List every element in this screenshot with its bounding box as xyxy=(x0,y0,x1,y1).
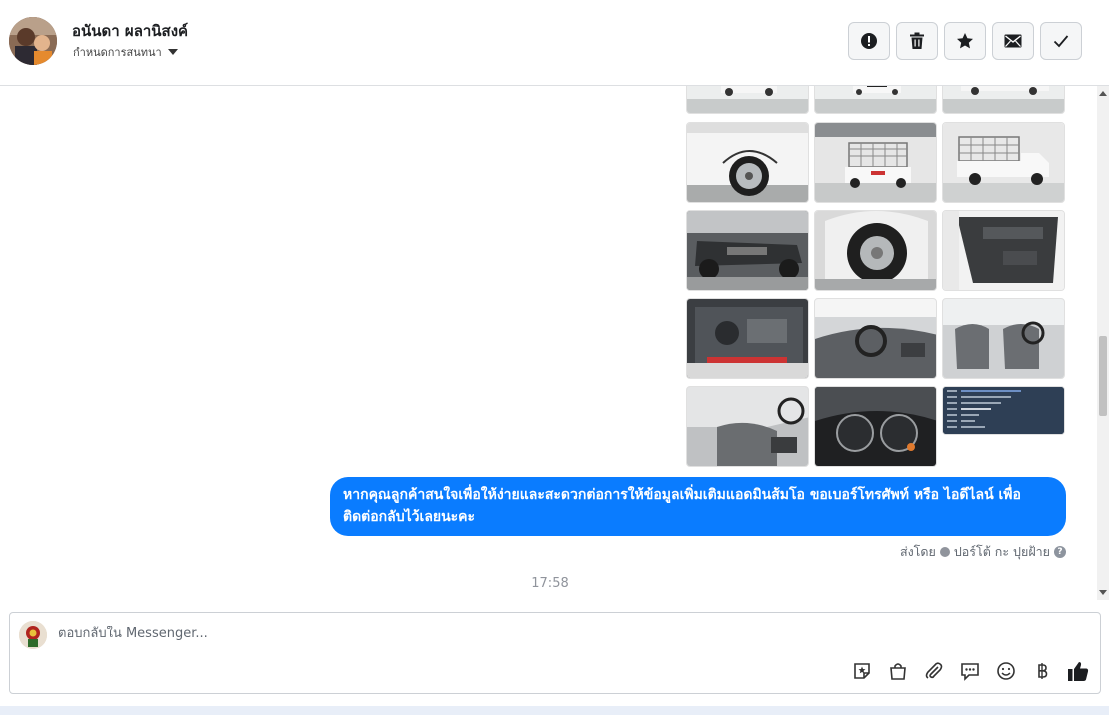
assign-label: กำหนดการสนทนา xyxy=(73,46,162,59)
conversation-header: อนันดา ผลานิสงค์ กำหนดการสนทนา xyxy=(0,0,1109,86)
vehicle-photo[interactable] xyxy=(942,298,1065,379)
sent-by-line: ส่งโดย ปอร์โต้ กะ ปุยฝ้าย ? xyxy=(900,542,1066,562)
thumbs-up-icon[interactable] xyxy=(1067,660,1089,682)
reply-composer xyxy=(9,612,1101,694)
vehicle-photo[interactable] xyxy=(686,86,809,114)
assign-conversation-dropdown[interactable]: กำหนดการสนทนา xyxy=(73,43,178,61)
scroll-thumb[interactable] xyxy=(1099,336,1107,416)
scroll-up-icon[interactable] xyxy=(1099,91,1107,96)
shopping-bag-icon[interactable] xyxy=(887,660,909,682)
vehicle-photo[interactable] xyxy=(814,210,937,291)
help-icon[interactable]: ? xyxy=(1054,546,1066,558)
vehicle-photo[interactable] xyxy=(942,210,1065,291)
sent-by-label: ส่งโดย xyxy=(899,544,936,559)
scroll-down-icon[interactable] xyxy=(1099,590,1107,595)
mark-spam-button[interactable] xyxy=(848,22,890,60)
trash-icon xyxy=(910,32,924,49)
check-circle-icon xyxy=(939,547,950,557)
vehicle-photo[interactable] xyxy=(942,86,1065,114)
checkmark-icon xyxy=(1053,35,1069,48)
paperclip-icon[interactable] xyxy=(923,660,945,682)
envelope-icon xyxy=(1004,34,1022,48)
vehicle-photo[interactable] xyxy=(814,86,937,114)
thread-scrollbar[interactable] xyxy=(1097,86,1109,600)
mark-done-button[interactable] xyxy=(1040,22,1082,60)
reply-input[interactable] xyxy=(58,626,958,641)
star-button[interactable] xyxy=(944,22,986,60)
vehicle-photo[interactable] xyxy=(814,298,937,379)
message-thread[interactable]: หากคุณลูกค้าสนใจเพื่อให้ง่ายและสะดวกต่อก… xyxy=(0,86,1097,600)
contact-name[interactable]: อนันดา ผลานิสงค์ xyxy=(72,19,188,43)
baht-payment-icon[interactable] xyxy=(1031,660,1053,682)
star-icon xyxy=(957,33,973,49)
message-bubble[interactable]: หากคุณลูกค้าสนใจเพื่อให้ง่ายและสะดวกต่อก… xyxy=(330,477,1066,536)
vehicle-spec-sheet-photo[interactable] xyxy=(942,386,1065,435)
page-avatar xyxy=(19,621,47,649)
exclamation-circle-icon xyxy=(861,33,877,49)
mark-unread-button[interactable] xyxy=(992,22,1034,60)
vehicle-photo[interactable] xyxy=(814,386,937,467)
saved-reply-icon[interactable] xyxy=(959,660,981,682)
emoji-icon[interactable] xyxy=(995,660,1017,682)
vehicle-photo[interactable] xyxy=(686,298,809,379)
vehicle-photo[interactable] xyxy=(686,386,809,467)
sender-name[interactable]: ปอร์โต้ กะ ปุยฝ้าย xyxy=(954,542,1050,562)
sticker-icon[interactable] xyxy=(851,660,873,682)
delete-button[interactable] xyxy=(896,22,938,60)
vehicle-photo[interactable] xyxy=(686,210,809,291)
contact-avatar[interactable] xyxy=(9,17,57,65)
message-timestamp: 17:58 xyxy=(531,576,569,591)
caret-down-icon xyxy=(167,49,178,55)
vehicle-photo[interactable] xyxy=(814,122,937,203)
bottom-strip xyxy=(0,706,1109,715)
vehicle-photo[interactable] xyxy=(686,122,809,203)
vehicle-photo[interactable] xyxy=(942,122,1065,203)
